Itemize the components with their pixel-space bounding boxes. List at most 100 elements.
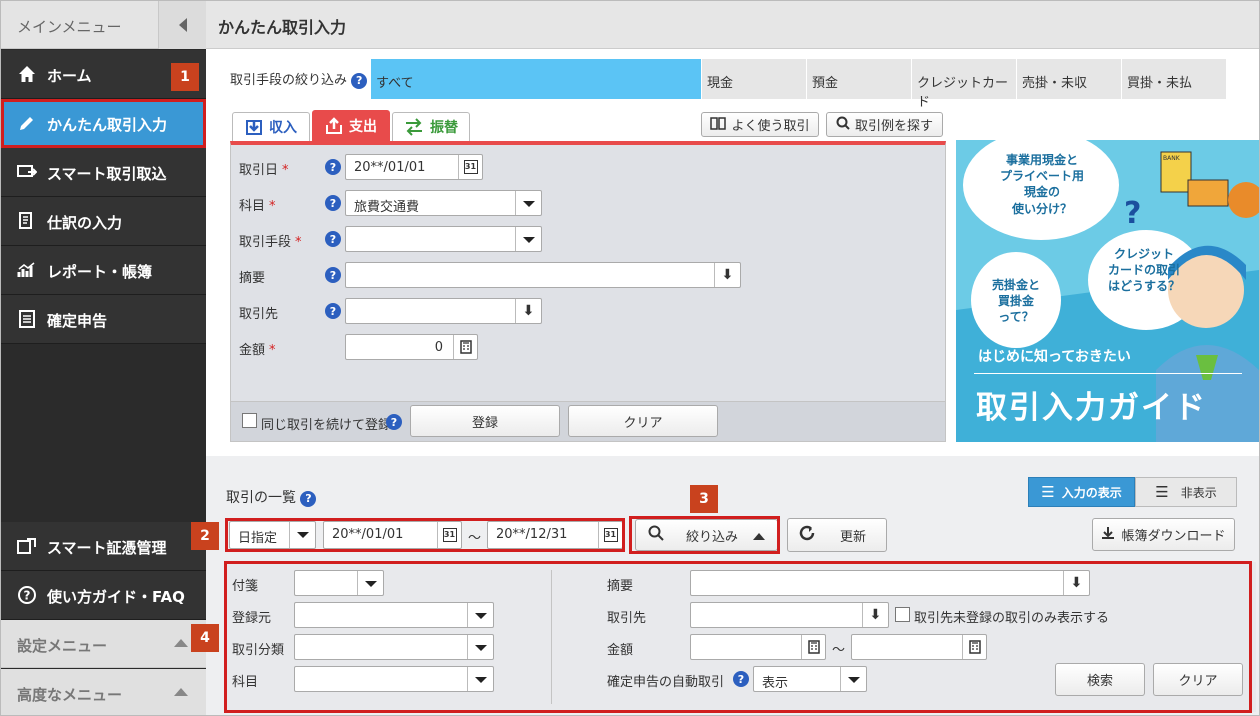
sidebar-item-guide-faq[interactable]: ? 使い方ガイド・FAQ — [1, 571, 206, 620]
partner-unregistered-label: 取引先未登録の取引のみ表示する — [914, 611, 1110, 626]
chevron-down-icon — [840, 667, 866, 691]
calculator-icon[interactable] — [453, 335, 477, 359]
sidebar-item-smart-voucher[interactable]: スマート証憑管理 — [1, 522, 206, 571]
sidebar-header: メインメニュー — [1, 1, 206, 49]
chevron-down-icon — [357, 571, 383, 595]
source-select[interactable] — [294, 602, 494, 628]
sidebar-advanced-menu[interactable]: 高度なメニュー — [1, 669, 206, 715]
date-to-input[interactable]: 20**/12/31 31 — [487, 521, 623, 549]
callout-badge-3: 3 — [690, 485, 718, 513]
callout-badge-4: 4 — [191, 624, 219, 652]
sidebar-settings-menu[interactable]: 設定メニュー — [1, 620, 206, 668]
callout-badge-1: 1 — [171, 63, 199, 91]
category-label: 取引分類 — [232, 643, 285, 658]
callout-badge-2: 2 — [191, 522, 219, 550]
repeat-checkbox[interactable] — [242, 413, 257, 428]
tab-expense[interactable]: 支出 — [312, 110, 390, 141]
sidebar-item-reports[interactable]: レポート・帳簿 — [1, 246, 206, 295]
amount-label: 金額 * — [239, 343, 276, 358]
chevron-up-icon — [753, 533, 765, 540]
arrow-down-icon[interactable]: ⬇ — [1063, 571, 1089, 595]
filter-label: 取引手段の絞り込み ? — [230, 69, 368, 89]
date-input[interactable]: 20**/01/01 31 — [345, 154, 483, 180]
source-label: 登録元 — [232, 611, 272, 626]
clear-button[interactable]: クリア — [568, 405, 718, 437]
filter-tab-cash[interactable]: 現金 — [702, 59, 806, 99]
help-icon[interactable]: ? — [733, 671, 749, 687]
sidebar-item-journal[interactable]: 仕訳の入力 — [1, 197, 206, 246]
show-input-toggle[interactable]: ☰ 入力の表示 — [1028, 477, 1135, 507]
help-icon[interactable]: ? — [386, 414, 402, 430]
date-from-input[interactable]: 20**/01/01 31 — [323, 521, 462, 549]
sidebar-item-smart-import[interactable]: スマート取引取込 — [1, 148, 206, 197]
voucher-icon — [17, 536, 37, 556]
collapse-sidebar-button[interactable] — [158, 1, 206, 49]
search-account-label: 科目 — [232, 675, 259, 690]
memo-input[interactable]: ⬇ — [345, 262, 741, 288]
banner-title: 取引入力ガイド — [976, 390, 1207, 426]
register-button[interactable]: 登録 — [410, 405, 560, 437]
help-icon[interactable]: ? — [325, 267, 341, 283]
sidebar-item-tax-return[interactable]: 確定申告 — [1, 295, 206, 344]
help-icon[interactable]: ? — [325, 303, 341, 319]
chevron-down-icon — [515, 227, 541, 251]
list-icon: ☰ — [1041, 483, 1055, 501]
amount-min-input[interactable] — [690, 634, 826, 660]
partner-unregistered-checkbox[interactable] — [895, 607, 910, 622]
filter-tab-payable[interactable]: 買掛・未払 — [1122, 59, 1226, 99]
arrow-down-icon[interactable]: ⬇ — [862, 603, 888, 627]
amount-max-input[interactable] — [851, 634, 987, 660]
help-icon[interactable]: ? — [325, 195, 341, 211]
help-icon[interactable]: ? — [300, 490, 317, 507]
filter-tab-credit-card[interactable]: クレジットカード — [912, 59, 1016, 110]
auto-transaction-select[interactable]: 表示 — [753, 666, 867, 692]
help-icon[interactable]: ? — [325, 231, 341, 247]
tab-transfer[interactable]: 振替 — [392, 112, 470, 141]
filter-tab-bank[interactable]: 預金 — [807, 59, 911, 99]
calculator-icon[interactable] — [801, 635, 825, 659]
ledger-download-button[interactable]: 帳簿ダウンロード — [1092, 518, 1235, 551]
hide-input-toggle[interactable]: ☰ 非表示 — [1135, 477, 1237, 507]
partner-input[interactable]: ⬇ — [345, 298, 542, 324]
calendar-icon[interactable]: 31 — [458, 155, 482, 179]
frequent-transactions-button[interactable]: よく使う取引 — [701, 112, 819, 137]
arrow-down-icon[interactable]: ⬇ — [515, 299, 541, 323]
filter-tab-all[interactable]: すべて — [371, 59, 701, 99]
method-select[interactable] — [345, 226, 542, 252]
account-select[interactable]: 旅費交通費 — [345, 190, 542, 216]
refresh-button[interactable]: 更新 — [787, 518, 887, 552]
filter-toggle-button[interactable]: 絞り込み — [635, 519, 778, 551]
download-tray-icon — [246, 120, 262, 135]
chevron-down-icon — [467, 635, 493, 659]
search-clear-button[interactable]: クリア — [1153, 663, 1243, 696]
calculator-icon[interactable] — [962, 635, 986, 659]
bank-label: BANK — [1163, 155, 1180, 162]
form-footer: 同じ取引を続けて登録 ? 登録 クリア — [231, 401, 945, 441]
search-account-select[interactable] — [294, 666, 494, 692]
help-icon[interactable]: ? — [325, 159, 341, 175]
calendar-icon[interactable]: 31 — [598, 522, 622, 548]
search-amount-label: 金額 — [607, 643, 634, 658]
banner-subtitle: はじめに知っておきたい — [978, 349, 1131, 365]
search-memo-input[interactable]: ⬇ — [690, 570, 1090, 596]
search-partner-input[interactable]: ⬇ — [690, 602, 889, 628]
sticky-select[interactable] — [294, 570, 384, 596]
journal-icon — [17, 211, 37, 231]
date-mode-select[interactable]: 日指定 — [229, 521, 316, 549]
arrow-down-icon[interactable]: ⬇ — [714, 263, 740, 287]
help-icon[interactable]: ? — [351, 72, 368, 89]
svg-text:?: ? — [24, 589, 31, 603]
tab-income[interactable]: 収入 — [232, 112, 310, 141]
filter-tab-receivable[interactable]: 売掛・未収 — [1017, 59, 1121, 99]
search-button[interactable]: 検索 — [1055, 663, 1145, 696]
card-import-icon — [17, 162, 37, 182]
category-select[interactable] — [294, 634, 494, 660]
banner-bubble-credit: クレジット カードの取引 はどうする？ — [1107, 247, 1180, 294]
search-examples-button[interactable]: 取引例を探す — [826, 112, 943, 137]
chevron-down-icon — [515, 191, 541, 215]
calendar-icon[interactable]: 31 — [437, 522, 461, 548]
amount-input[interactable]: 0 — [345, 334, 478, 360]
sidebar-item-easy-entry[interactable]: かんたん取引入力 — [1, 99, 206, 148]
guide-banner[interactable]: 事業用現金と プライベート用 現金の 使い分け？ クレジット カードの取引 はど… — [956, 140, 1259, 442]
account-label: 科目 * — [239, 199, 276, 214]
